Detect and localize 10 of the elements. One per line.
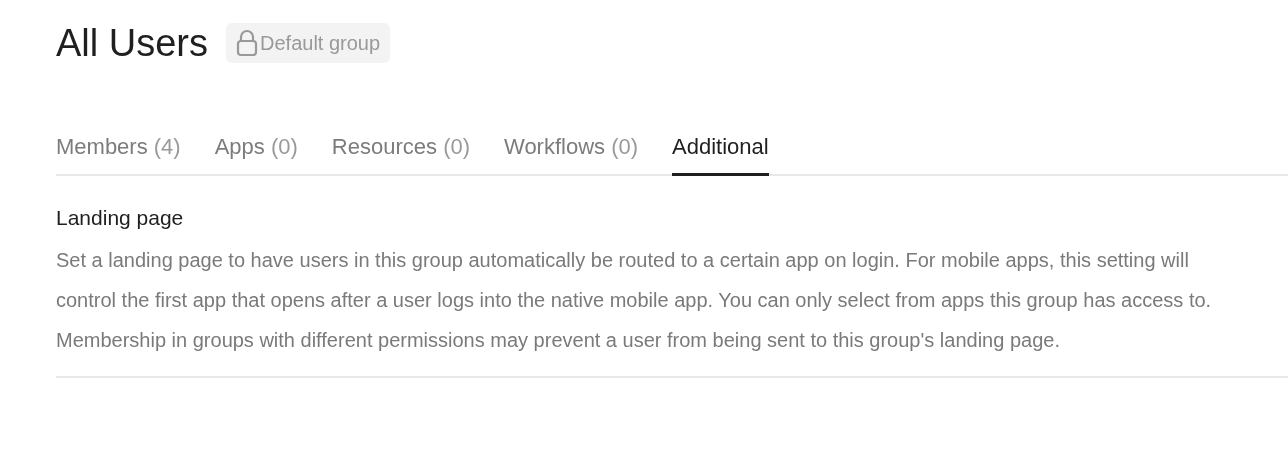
tab[interactable]: Additional — [672, 134, 769, 176]
section-description: Set a landing page to have users in this group automatically be routed to a certain app on login. For mobile apps, this setting will control the first app that opens after a user logs into the native mobile app. You can only select from apps this group has access to. Membership in groups with different permissions may prevent a user from being sent to this group's landing page. — [56, 248, 1213, 353]
tab[interactable]: Apps (0) — [214, 134, 298, 176]
tab[interactable]: Members (4) — [56, 134, 181, 176]
section-heading: Landing page — [56, 206, 185, 230]
page-title: All Users — [56, 21, 209, 65]
default-group-badge: Default group — [226, 23, 391, 63]
tab[interactable]: Workflows (0) — [504, 134, 639, 176]
lock-icon — [236, 29, 259, 57]
tab[interactable]: Resources (0) — [331, 134, 470, 176]
